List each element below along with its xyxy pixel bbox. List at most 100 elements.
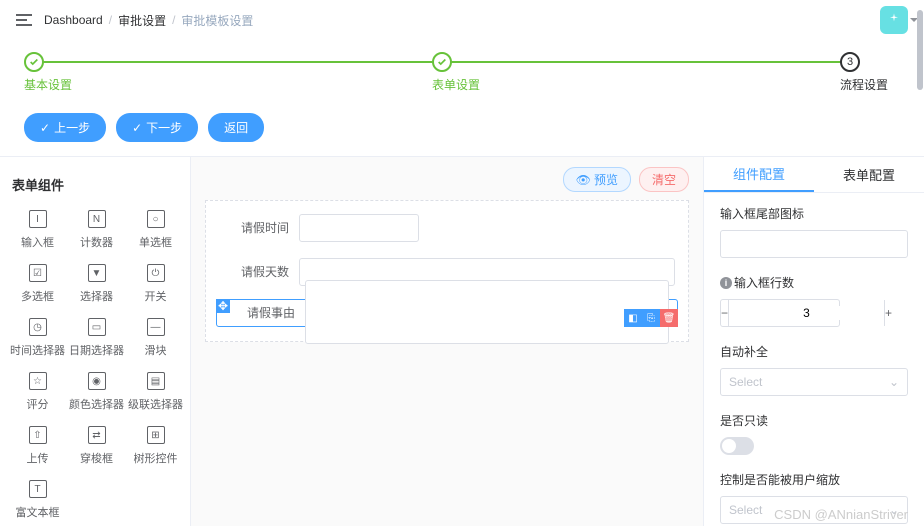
next-button[interactable]: ✓下一步 xyxy=(116,113,198,142)
form-field-reason[interactable]: ✥ 请假事由 ◧ ⎘ 🗑 xyxy=(216,299,678,327)
component-item[interactable]: ▼选择器 xyxy=(67,258,126,310)
action-bar: ✓上一步 ✓下一步 返回 xyxy=(0,99,924,156)
clear-button[interactable]: 清空 xyxy=(639,167,689,192)
component-item[interactable]: ○单选框 xyxy=(126,204,185,256)
component-icon: ▭ xyxy=(88,318,106,336)
step-form: 表单设置 xyxy=(432,52,840,93)
menu-toggle-icon[interactable] xyxy=(16,14,32,26)
component-label: 滑块 xyxy=(145,342,167,358)
prop-suffix-icon: 输入框尾部图标 xyxy=(720,205,908,258)
component-item[interactable]: ☆ 评分 xyxy=(8,366,67,418)
component-icon: ☆ xyxy=(29,372,47,390)
component-item[interactable]: ☑多选框 xyxy=(8,258,67,310)
field-label: 请假事由 xyxy=(225,299,305,327)
prop-label: 是否只读 xyxy=(720,412,908,429)
component-label: 输入框 xyxy=(21,234,54,250)
reason-textarea[interactable] xyxy=(305,280,669,344)
date-input[interactable] xyxy=(299,214,419,242)
step-number: 3 xyxy=(847,56,853,68)
component-item[interactable]: N计数器 xyxy=(67,204,126,256)
main: 表单组件 I 输入框 N计数器○单选框 ☑多选框▼选择器⏻开关 ◷时间选择器 ▭ 日期选择器… xyxy=(0,156,924,526)
move-icon[interactable]: ◧ xyxy=(624,309,642,327)
prop-label: 控制是否能被用户缩放 xyxy=(720,471,908,488)
form-field-date[interactable]: 请假时间 xyxy=(216,211,678,245)
scrollbar[interactable] xyxy=(916,0,924,526)
breadcrumb-current: 审批模板设置 xyxy=(181,12,253,29)
component-icon: ▼ xyxy=(88,264,106,282)
autocomplete-select[interactable]: Select⌄ xyxy=(720,368,908,396)
prop-readonly: 是否只读 xyxy=(720,412,908,455)
component-item[interactable]: I 输入框 xyxy=(8,204,67,256)
component-icon: I xyxy=(29,210,47,228)
rows-number-input[interactable]: − + xyxy=(720,299,840,327)
component-label: 评分 xyxy=(27,396,49,412)
component-label: 级联选择器 xyxy=(128,396,183,412)
avatar[interactable] xyxy=(880,6,908,34)
eye-icon: 👁 xyxy=(576,173,591,187)
back-button[interactable]: 返回 xyxy=(208,113,264,142)
sidebar-group-title: 表单组件 xyxy=(12,175,182,194)
component-item[interactable]: ⏻开关 xyxy=(126,258,185,310)
component-item[interactable]: ▭ 日期选择器 xyxy=(67,312,126,364)
component-label: 时间选择器 xyxy=(10,342,65,358)
tab-component-config[interactable]: 组件配置 xyxy=(704,157,814,192)
field-label: 请假天数 xyxy=(219,258,299,286)
component-sidebar: 表单组件 I 输入框 N计数器○单选框 ☑多选框▼选择器⏻开关 ◷时间选择器 ▭ 日期选择器… xyxy=(0,157,190,526)
readonly-switch[interactable] xyxy=(720,437,754,455)
component-label: 颜色选择器 xyxy=(69,396,124,412)
component-item[interactable]: ◷时间选择器 xyxy=(8,312,67,364)
component-item[interactable]: T富文本框 xyxy=(8,474,67,526)
delete-icon[interactable]: 🗑 xyxy=(660,309,678,327)
check-icon xyxy=(437,57,447,67)
check-icon xyxy=(29,57,39,67)
component-label: 日期选择器 xyxy=(69,342,124,358)
component-icon: ⇧ xyxy=(29,426,47,444)
drag-handle-icon[interactable]: ✥ xyxy=(216,299,230,313)
props-panel: 组件配置 表单配置 输入框尾部图标 i输入框行数 − + 自动补全 Select… xyxy=(704,157,924,526)
decrease-button[interactable]: − xyxy=(721,300,729,326)
component-item[interactable]: ⊞树形控件 xyxy=(126,420,185,472)
component-label: 计数器 xyxy=(80,234,113,250)
prop-label: 自动补全 xyxy=(720,343,908,360)
preview-button[interactable]: 👁预览 xyxy=(563,167,631,192)
chevron-down-icon: ⌄ xyxy=(889,375,899,389)
prop-label: 输入框行数 xyxy=(734,274,794,291)
prev-button[interactable]: ✓上一步 xyxy=(24,113,106,142)
increase-button[interactable]: + xyxy=(884,300,892,326)
component-item[interactable]: ◉ 颜色选择器 xyxy=(67,366,126,418)
prop-resize: 控制是否能被用户缩放 Select⌄ xyxy=(720,471,908,524)
form-canvas-body[interactable]: 请假时间 请假天数 ✥ 请假事由 ◧ ⎘ 🗑 xyxy=(205,200,689,342)
form-canvas[interactable]: 👁预览 清空 请假时间 请假天数 ✥ 请假事由 ◧ ⎘ 🗑 xyxy=(190,157,704,526)
suffix-input[interactable] xyxy=(720,230,908,258)
header: Dashboard / 审批设置 / 审批模板设置 xyxy=(0,0,924,40)
step-title: 流程设置 xyxy=(840,76,900,93)
component-icon: ☑ xyxy=(29,264,47,282)
breadcrumb-root[interactable]: Dashboard xyxy=(44,13,103,27)
info-icon: i xyxy=(720,277,732,289)
component-icon: ○ xyxy=(147,210,165,228)
field-label: 请假时间 xyxy=(219,214,299,242)
component-icon: — xyxy=(147,318,165,336)
prop-autocomplete: 自动补全 Select⌄ xyxy=(720,343,908,396)
component-icon: T xyxy=(29,480,47,498)
breadcrumb-mid[interactable]: 审批设置 xyxy=(118,12,166,29)
component-icon: ⇄ xyxy=(88,426,106,444)
component-item[interactable]: ⇄穿梭框 xyxy=(67,420,126,472)
component-item[interactable]: ⇧上传 xyxy=(8,420,67,472)
component-icon: ⏻ xyxy=(147,264,165,282)
chevron-down-icon: ⌄ xyxy=(889,503,899,517)
sparkle-icon xyxy=(886,12,902,28)
resize-select[interactable]: Select⌄ xyxy=(720,496,908,524)
step-flow: 3 流程设置 xyxy=(840,52,900,93)
component-icon: ⊞ xyxy=(147,426,165,444)
tab-form-config[interactable]: 表单配置 xyxy=(814,157,924,192)
step-title: 表单设置 xyxy=(432,76,840,93)
component-item[interactable]: ▤ 级联选择器 xyxy=(126,366,185,418)
breadcrumb: Dashboard / 审批设置 / 审批模板设置 xyxy=(44,12,253,29)
copy-icon[interactable]: ⎘ xyxy=(642,309,660,327)
check-icon: ✓ xyxy=(40,121,50,135)
component-icon: ▤ xyxy=(147,372,165,390)
component-icon: ◉ xyxy=(88,372,106,390)
rows-value[interactable] xyxy=(729,306,884,320)
component-item[interactable]: — 滑块 xyxy=(126,312,185,364)
